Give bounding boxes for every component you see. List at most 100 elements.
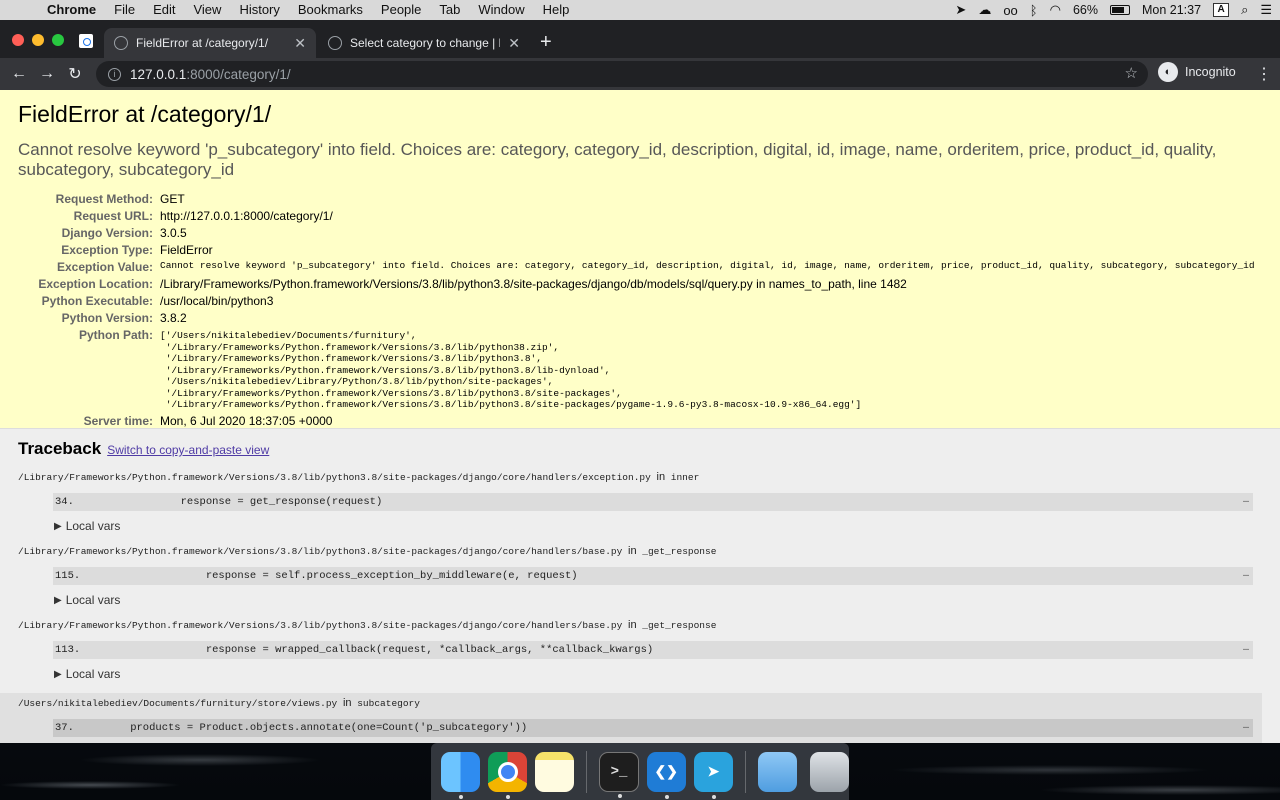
telegram-icon[interactable]: ➤ bbox=[693, 751, 733, 799]
frame-in-word: in bbox=[342, 697, 352, 709]
expand-context-icon[interactable]: … bbox=[1243, 643, 1249, 654]
local-vars-toggle[interactable]: ▶ Local vars bbox=[54, 593, 1262, 607]
disclosure-triangle-icon: ▶ bbox=[54, 668, 62, 680]
frame-context-line[interactable]: 34. response = get_response(request) … bbox=[53, 493, 1253, 511]
finder-icon[interactable] bbox=[441, 751, 481, 799]
browser-menu-icon[interactable]: ⋮ bbox=[1256, 64, 1272, 84]
address-bar[interactable]: i 127.0.0.1:8000/category/1/ ☆ bbox=[96, 61, 1148, 87]
frame-file: /Users/nikitalebediev/Documents/furnitur… bbox=[18, 698, 338, 709]
expand-context-icon[interactable]: … bbox=[1243, 721, 1249, 732]
meta-value: /usr/local/bin/python3 bbox=[160, 294, 274, 308]
meta-value: GET bbox=[160, 192, 185, 206]
frame-context-line[interactable]: 113. response = wrapped_callback(request… bbox=[53, 641, 1253, 659]
menu-bookmarks[interactable]: Bookmarks bbox=[289, 0, 372, 20]
reload-icon[interactable]: ↻ bbox=[61, 64, 89, 84]
frame-context-line[interactable]: 115. response = self.process_exception_b… bbox=[53, 567, 1253, 585]
error-title: FieldError at /category/1/ bbox=[18, 101, 272, 127]
menu-edit[interactable]: Edit bbox=[144, 0, 184, 20]
local-vars-toggle[interactable]: ▶ Local vars bbox=[54, 519, 1262, 533]
app-menu[interactable]: Chrome bbox=[38, 0, 105, 20]
terminal-icon[interactable]: >_ bbox=[599, 751, 639, 798]
close-tab-icon[interactable]: ✕ bbox=[508, 35, 520, 52]
meta-label: Exception Value: bbox=[56, 260, 153, 274]
bookmark-star-icon[interactable]: ☆ bbox=[1125, 64, 1138, 82]
request-meta-table: Request Method: GET Request URL: http://12… bbox=[18, 190, 1255, 429]
traceback-heading: Traceback Switch to copy-and-paste view bbox=[18, 439, 1262, 459]
input-source-icon[interactable]: A bbox=[1213, 3, 1230, 17]
menu-bar: Chrome File Edit View History Bookmarks … bbox=[0, 0, 1280, 20]
wifi-icon[interactable]: ◠ bbox=[1050, 2, 1061, 18]
code-text: response = get_response(request) bbox=[105, 496, 383, 508]
minimize-window-button[interactable] bbox=[32, 34, 44, 46]
meta-row: Python Path: ['/Users/nikitalebediev/Docu… bbox=[18, 326, 1255, 412]
menu-file[interactable]: File bbox=[105, 0, 144, 20]
globe-icon bbox=[328, 36, 342, 50]
frame-file: /Library/Frameworks/Python.framework/Ver… bbox=[18, 546, 623, 557]
meta-label: Exception Type: bbox=[61, 243, 153, 257]
line-number: 37. bbox=[55, 722, 74, 734]
close-tab-icon[interactable]: ✕ bbox=[294, 35, 306, 52]
new-tab-icon[interactable]: + bbox=[540, 32, 552, 52]
disclosure-triangle-icon: ▶ bbox=[54, 520, 62, 532]
frame-filename: /Library/Frameworks/Python.framework/Ver… bbox=[18, 619, 1262, 631]
local-vars-toggle[interactable]: ▶ Local vars bbox=[54, 667, 1262, 681]
menu-view[interactable]: View bbox=[184, 0, 230, 20]
status-area: ➤ ☁ oo ᛒ ◠ 66% Mon 21:37 A ⌕ ☰ bbox=[955, 0, 1272, 20]
tab-select-category[interactable]: Select category to change | Dja ✕ bbox=[318, 28, 530, 58]
tab-title: Select category to change | Dja bbox=[350, 36, 501, 50]
meta-label: Python Version: bbox=[61, 311, 153, 325]
trash-icon[interactable] bbox=[809, 751, 850, 792]
bluetooth-icon[interactable]: ᛒ bbox=[1030, 3, 1038, 18]
pinned-tab[interactable] bbox=[79, 34, 93, 48]
expand-context-icon[interactable]: … bbox=[1243, 569, 1249, 580]
notes-icon[interactable] bbox=[535, 751, 575, 792]
navigation-icon[interactable]: ➤ bbox=[955, 2, 966, 18]
tab-strip: FieldError at /category/1/ ✕ Select cate… bbox=[0, 20, 1280, 58]
menu-help[interactable]: Help bbox=[534, 0, 579, 20]
dock-separator bbox=[586, 750, 588, 793]
local-vars-label: Local vars bbox=[65, 667, 121, 681]
tab-fielderror[interactable]: FieldError at /category/1/ ✕ bbox=[104, 28, 316, 58]
fullscreen-window-button[interactable] bbox=[52, 34, 64, 46]
glasses-icon[interactable]: oo bbox=[1003, 3, 1017, 18]
meta-row: Exception Location: /Library/Frameworks/P… bbox=[18, 275, 1255, 292]
clock[interactable]: Mon 21:37 bbox=[1142, 3, 1201, 17]
meta-label: Python Executable: bbox=[41, 294, 153, 308]
meta-label: Django Version: bbox=[61, 226, 153, 240]
chrome-icon[interactable] bbox=[488, 751, 528, 799]
django-error-page: FieldError at /category/1/ Cannot resolv… bbox=[0, 90, 1280, 743]
folder-icon[interactable] bbox=[757, 751, 797, 792]
meta-value: 3.0.5 bbox=[160, 226, 187, 240]
site-info-icon[interactable]: i bbox=[108, 67, 121, 81]
spotlight-search-icon[interactable]: ⌕ bbox=[1241, 2, 1248, 18]
url-host: 127.0.0.1 bbox=[130, 66, 187, 82]
meta-value: /Library/Frameworks/Python.framework/Ver… bbox=[160, 277, 907, 291]
battery-percent[interactable]: 66% bbox=[1073, 3, 1098, 17]
vscode-icon[interactable]: ❮❯ bbox=[646, 751, 686, 799]
meta-row: Server time: Mon, 6 Jul 2020 18:37:05 +00… bbox=[18, 412, 1255, 429]
menu-tab[interactable]: Tab bbox=[430, 0, 469, 20]
expand-context-icon[interactable]: … bbox=[1243, 495, 1249, 506]
forward-icon[interactable]: → bbox=[33, 65, 61, 83]
notification-center-icon[interactable]: ☰ bbox=[1260, 2, 1272, 18]
frame-context-line[interactable]: 37. products = Product.objects.annotate(… bbox=[53, 719, 1253, 737]
menu-window[interactable]: Window bbox=[469, 0, 533, 20]
back-icon[interactable]: ← bbox=[5, 65, 33, 83]
meta-value: 3.8.2 bbox=[160, 311, 187, 325]
cloud-upload-icon[interactable]: ☁ bbox=[978, 2, 991, 18]
close-window-button[interactable] bbox=[12, 34, 24, 46]
terminal-prompt: >_ bbox=[610, 763, 628, 780]
url-path: :8000/category/1/ bbox=[186, 66, 291, 82]
line-number: 113. bbox=[55, 644, 81, 656]
menu-people[interactable]: People bbox=[372, 0, 430, 20]
meta-label: Python Path: bbox=[79, 328, 153, 342]
code-text: products = Product.objects.annotate(one=… bbox=[105, 722, 528, 734]
tab-title: FieldError at /category/1/ bbox=[136, 36, 269, 50]
error-summary: FieldError at /category/1/ Cannot resolv… bbox=[0, 90, 1280, 429]
battery-icon[interactable] bbox=[1109, 5, 1130, 15]
meta-label: Server time: bbox=[83, 413, 153, 428]
incognito-badge[interactable]: ◐ Incognito bbox=[1158, 62, 1236, 82]
copy-paste-view-link[interactable]: Switch to copy-and-paste view bbox=[107, 443, 269, 457]
menu-history[interactable]: History bbox=[230, 0, 288, 20]
meta-row: Python Version: 3.8.2 bbox=[18, 309, 1255, 326]
